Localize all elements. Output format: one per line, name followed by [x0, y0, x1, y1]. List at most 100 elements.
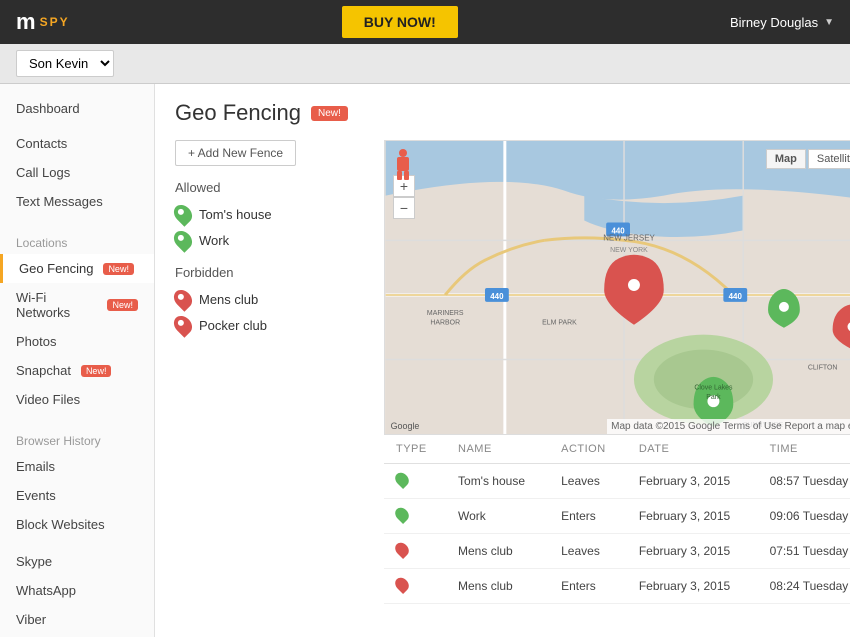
sidebar-item-label: Dashboard — [16, 101, 80, 116]
sidebar-item-label: Wi-Fi Networks — [16, 290, 97, 320]
user-dropdown-arrow-icon: ▼ — [824, 17, 834, 28]
svg-text:NEW JERSEY: NEW JERSEY — [603, 233, 655, 242]
table-cell-action: Leaves — [549, 464, 627, 499]
sidebar-item-label: Video Files — [16, 392, 80, 407]
svg-text:NEW YORK: NEW YORK — [610, 247, 648, 254]
sidebar-item-skype[interactable]: Skype — [0, 547, 154, 576]
svg-text:HARBOR: HARBOR — [430, 320, 460, 327]
table-cell-date: February 3, 2015 — [627, 464, 758, 499]
table-cell-name: Mens club — [446, 569, 549, 604]
table-cell-date: February 3, 2015 — [627, 534, 758, 569]
table-cell-action: Leaves — [549, 534, 627, 569]
table-cell-type — [384, 534, 446, 569]
table-cell-name: Tom's house — [446, 464, 549, 499]
map-controls: Map Satellite — [766, 149, 850, 169]
table-cell-time: 09:06 Tuesday — [758, 499, 850, 534]
map-container[interactable]: 440 440 440 — [384, 140, 850, 435]
sidebar-item-block-websites[interactable]: Block Websites — [0, 510, 154, 539]
sidebar-item-label: Events — [16, 488, 56, 503]
sidebar-item-geo-fencing[interactable]: Geo Fencing New! — [0, 254, 154, 283]
pin-icon — [392, 505, 411, 524]
table-row: Work Enters February 3, 2015 09:06 Tuesd… — [384, 499, 850, 534]
sidebar-item-label: Text Messages — [16, 194, 103, 209]
allowed-label: Allowed — [175, 180, 370, 195]
logo-spy: SPY — [40, 15, 70, 29]
forbidden-item-name: Mens club — [199, 292, 258, 307]
sidebar-item-viber[interactable]: Viber — [0, 605, 154, 634]
buy-now-button[interactable]: BUY NOW! — [342, 6, 458, 38]
logo: m SPY — [16, 9, 70, 35]
satellite-view-button[interactable]: Satellite — [808, 149, 850, 169]
user-selector[interactable]: Son Kevin — [16, 50, 114, 77]
sidebar-item-call-logs[interactable]: Call Logs — [0, 158, 154, 187]
red-pin-icon — [170, 312, 195, 337]
geo-fence-table: TYPE NAME ACTION DATE TIME Tom's house L… — [384, 435, 850, 604]
geo-fencing-new-badge: New! — [103, 263, 134, 275]
table-cell-name: Mens club — [446, 534, 549, 569]
sub-header: Son Kevin — [0, 44, 850, 84]
main-layout: Dashboard Contacts Call Logs Text Messag… — [0, 84, 850, 637]
wifi-new-badge: New! — [107, 299, 138, 311]
sidebar-item-whatsapp[interactable]: WhatsApp — [0, 576, 154, 605]
locations-section-label: Locations — [0, 224, 154, 254]
green-pin-icon — [170, 227, 195, 252]
sidebar-item-photos[interactable]: Photos — [0, 327, 154, 356]
browser-history-section-label: Browser History — [0, 422, 154, 452]
sidebar-item-emails[interactable]: Emails — [0, 452, 154, 481]
sidebar-item-dashboard[interactable]: Dashboard — [0, 94, 154, 123]
add-new-fence-button[interactable]: + Add New Fence — [175, 140, 296, 166]
left-panel: + Add New Fence Allowed Tom's house Work… — [175, 140, 370, 604]
map-view-button[interactable]: Map — [766, 149, 806, 169]
svg-text:Clove Lakes: Clove Lakes — [694, 384, 733, 391]
table-cell-type — [384, 499, 446, 534]
svg-text:ELM PARK: ELM PARK — [542, 320, 577, 327]
page-title: Geo Fencing — [175, 100, 301, 126]
table-cell-name: Work — [446, 499, 549, 534]
map-person-icon — [393, 149, 413, 184]
sidebar-item-label: Photos — [16, 334, 56, 349]
pin-icon — [392, 540, 411, 559]
user-name: Birney Douglas — [730, 15, 818, 30]
red-pin-icon — [170, 286, 195, 311]
map-footer: Map data ©2015 Google Terms of Use Repor… — [607, 419, 850, 434]
table-header-action: ACTION — [549, 435, 627, 464]
table-cell-time: 08:24 Tuesday — [758, 569, 850, 604]
sidebar-item-contacts[interactable]: Contacts — [0, 129, 154, 158]
allowed-item-toms-house: Tom's house — [175, 201, 370, 227]
table-header-type: TYPE — [384, 435, 446, 464]
sidebar-item-label: Geo Fencing — [19, 261, 93, 276]
map-and-table: 440 440 440 — [384, 140, 850, 604]
table-cell-type — [384, 569, 446, 604]
table-cell-action: Enters — [549, 569, 627, 604]
table-cell-type — [384, 464, 446, 499]
forbidden-item-mens-club: Mens club — [175, 286, 370, 312]
table-cell-time: 07:51 Tuesday — [758, 534, 850, 569]
forbidden-item-name: Pocker club — [199, 318, 267, 333]
snapchat-new-badge: New! — [81, 365, 112, 377]
content-row: + Add New Fence Allowed Tom's house Work… — [175, 140, 830, 604]
table-row: Mens club Enters February 3, 2015 08:24 … — [384, 569, 850, 604]
svg-text:MARINERS: MARINERS — [427, 310, 464, 317]
table-header-time: TIME — [758, 435, 850, 464]
user-menu[interactable]: Birney Douglas ▼ — [730, 15, 834, 30]
sidebar-item-label: WhatsApp — [16, 583, 76, 598]
sidebar-item-wifi-networks[interactable]: Wi-Fi Networks New! — [0, 283, 154, 327]
table-cell-time: 08:57 Tuesday — [758, 464, 850, 499]
table-row: Mens club Leaves February 3, 2015 07:51 … — [384, 534, 850, 569]
page-title-row: Geo Fencing New! — [175, 100, 830, 126]
pin-icon — [392, 575, 411, 594]
zoom-out-button[interactable]: − — [393, 197, 415, 219]
table-row: Tom's house Leaves February 3, 2015 08:5… — [384, 464, 850, 499]
forbidden-label: Forbidden — [175, 265, 370, 280]
allowed-item-work: Work — [175, 227, 370, 253]
sidebar-item-video-files[interactable]: Video Files — [0, 385, 154, 414]
table-cell-date: February 3, 2015 — [627, 569, 758, 604]
sidebar-item-text-messages[interactable]: Text Messages — [0, 187, 154, 216]
svg-text:440: 440 — [490, 292, 504, 301]
sidebar: Dashboard Contacts Call Logs Text Messag… — [0, 84, 155, 637]
header: m SPY BUY NOW! Birney Douglas ▼ — [0, 0, 850, 44]
pin-icon — [392, 470, 411, 489]
sidebar-item-events[interactable]: Events — [0, 481, 154, 510]
content-area: Geo Fencing New! + Add New Fence Allowed… — [155, 84, 850, 637]
sidebar-item-snapchat[interactable]: Snapchat New! — [0, 356, 154, 385]
